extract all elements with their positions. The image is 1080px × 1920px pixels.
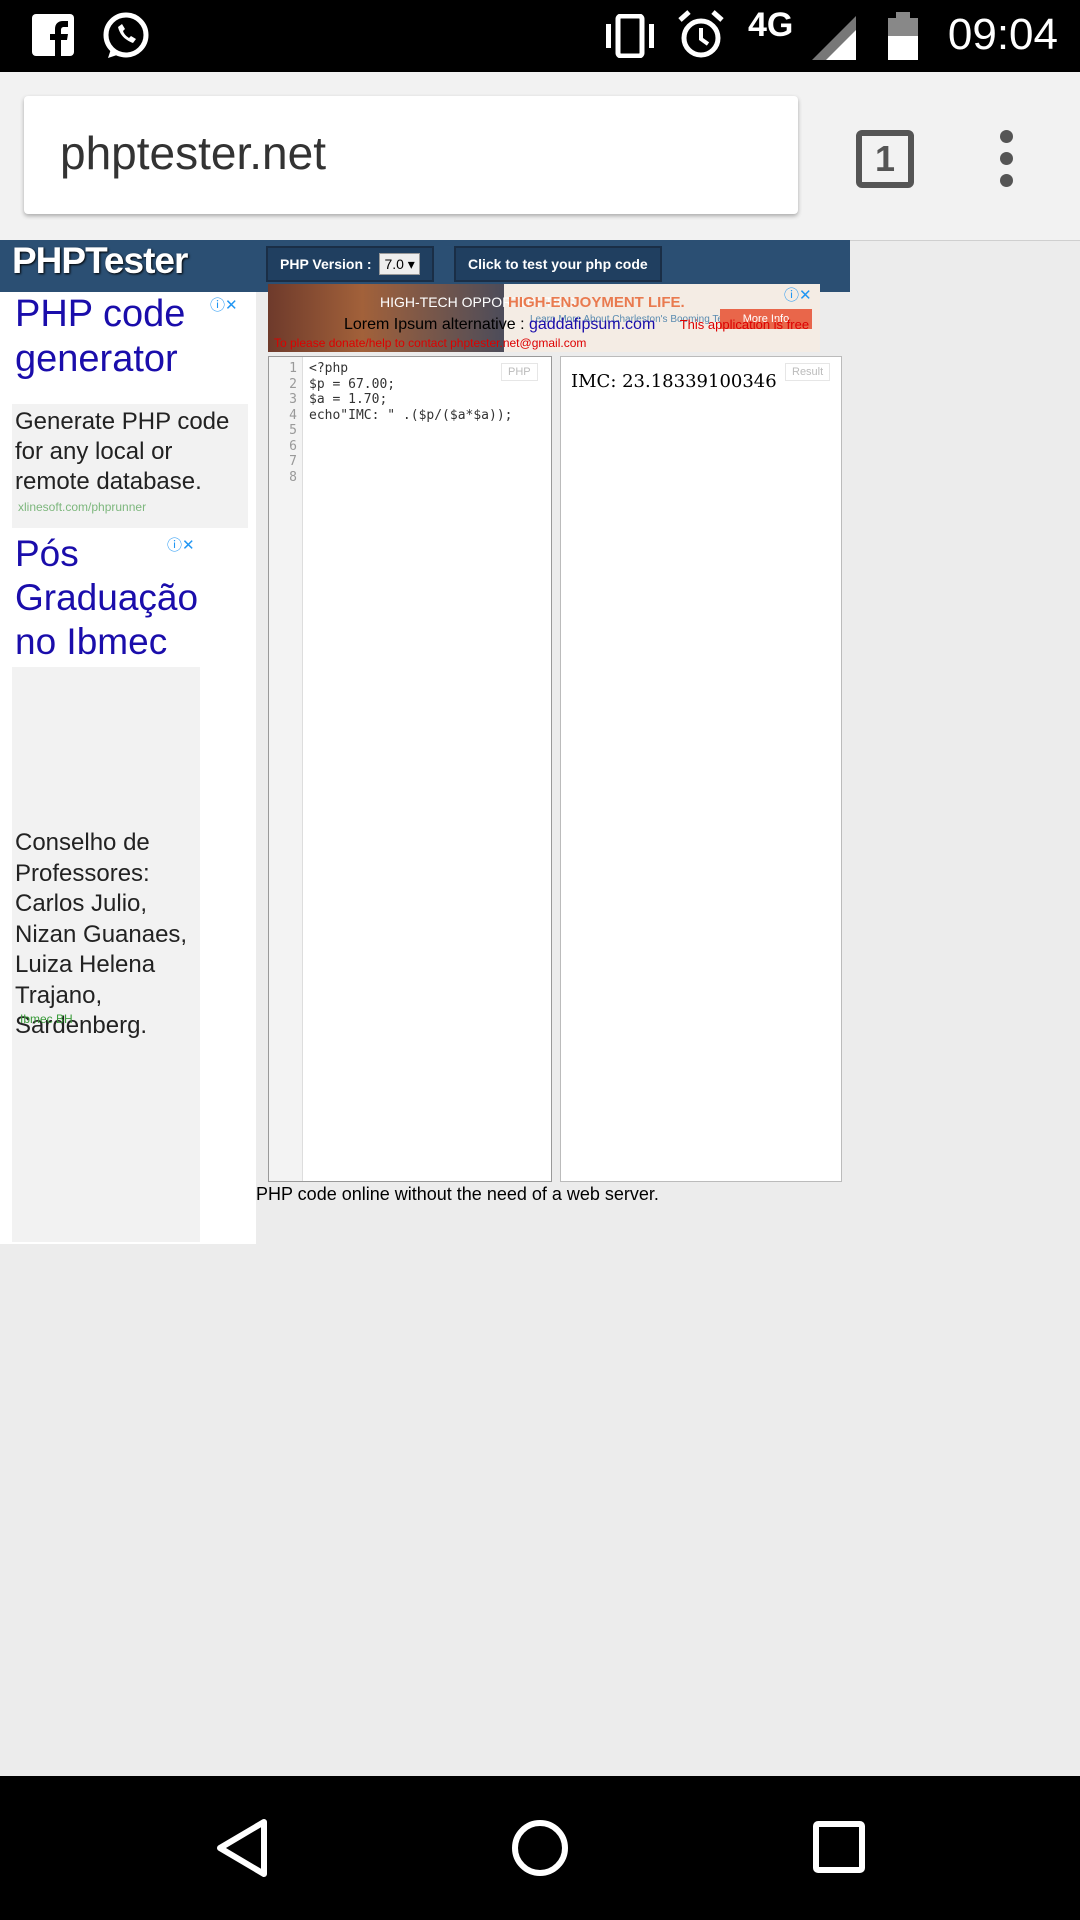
navigation-bar (0, 1776, 1080, 1920)
code-line[interactable]: <?php (309, 361, 513, 377)
result-panel-tag: Result (785, 363, 831, 381)
url-bar[interactable]: phptester.net (24, 96, 798, 214)
browser-toolbar: phptester.net 1 (0, 72, 1080, 241)
ad-body: Generate PHP code for any local or remot… (15, 408, 230, 495)
site-description: PHP code online without the need of a we… (256, 1184, 659, 1204)
clock: 09:04 (947, 10, 1058, 59)
line-number: 7 (289, 454, 297, 469)
free-note: This application is free (679, 317, 810, 332)
alarm-icon (678, 10, 724, 58)
recents-icon[interactable] (812, 1820, 868, 1876)
web-page: PHPTester PHP Version : 7.0 ▾ Click to t… (0, 240, 1080, 1776)
ad-ibmec[interactable]: Pós Graduação no Ibmec ⓘ✕ Conselho de Pr… (12, 532, 203, 1242)
home-icon[interactable] (510, 1818, 570, 1878)
network-type: 4G (748, 6, 794, 44)
line-number: 4 (289, 407, 297, 423)
php-version-selector: PHP Version : 7.0 ▾ (266, 246, 434, 282)
battery-icon (888, 12, 918, 60)
facebook-icon (32, 14, 74, 56)
url-text: phptester.net (60, 127, 326, 179)
php-panel-tag: PHP (501, 363, 538, 381)
ad-url[interactable]: xlinesoft.com/phprunner (18, 500, 146, 514)
php-version-select[interactable]: 7.0 ▾ (379, 253, 420, 275)
line-numbers: 12345678 (269, 357, 303, 1181)
ad-body: Conselho de Professores: Carlos Julio, N… (15, 829, 188, 1039)
adchoices-icon[interactable]: ⓘ✕ (784, 284, 812, 305)
test-php-button[interactable]: Click to test your php code (454, 246, 662, 282)
status-bar: 4G 09:04 (0, 0, 1080, 72)
php-version-label: PHP Version : (280, 256, 372, 272)
ad-url[interactable]: Ibmec BH (20, 1012, 73, 1026)
code-text[interactable]: <?php $p = 67.00; $a = 1.70; echo"IMC: " .(… (309, 361, 513, 423)
whatsapp-icon (103, 12, 149, 58)
left-ads-column: PHP code generator ⓘ✕ Generate PHP code … (0, 292, 256, 1244)
result-output: IMC: 23.18339100346 (571, 371, 777, 392)
php-code-editor[interactable]: 12345678 <?php $p = 67.00; $a = 1.70; echo"… (268, 356, 552, 1182)
line-number: 1 (289, 361, 297, 376)
line-number: 8 (289, 469, 297, 485)
vibrate-icon (606, 14, 654, 58)
result-panel: IMC: 23.18339100346 Result (560, 356, 842, 1182)
tab-switcher-button[interactable]: 1 (856, 130, 914, 188)
ad-php-generator[interactable]: PHP code generator ⓘ✕ Generate PHP code … (12, 292, 251, 528)
signal-icon (812, 16, 856, 60)
gaddafipsum-link[interactable]: gaddafipsum.com (529, 316, 655, 333)
code-line[interactable]: echo"IMC: " .($p/($a*$a)); (309, 408, 513, 424)
back-icon[interactable] (214, 1818, 270, 1878)
donate-notice: To please donate/help to contact phptest… (274, 336, 587, 350)
notice-line: Lorem Ipsum alternative : gaddafipsum.co… (344, 316, 809, 334)
code-line[interactable]: $p = 67.00; (309, 377, 513, 393)
adchoices-icon[interactable]: ⓘ✕ (210, 294, 238, 315)
line-number: 3 (289, 392, 297, 407)
banner-right-text: HIGH-ENJOYMENT LIFE. (508, 294, 685, 311)
line-number: 2 (289, 376, 297, 392)
adchoices-icon[interactable]: ⓘ✕ (167, 534, 195, 555)
line-number: 6 (289, 438, 297, 454)
overflow-menu-icon[interactable] (1000, 130, 1014, 196)
line-number: 5 (289, 423, 297, 438)
code-line[interactable]: $a = 1.70; (309, 392, 513, 408)
site-logo[interactable]: PHPTester (12, 240, 188, 282)
notice-text: Lorem Ipsum alternative : (344, 316, 525, 333)
